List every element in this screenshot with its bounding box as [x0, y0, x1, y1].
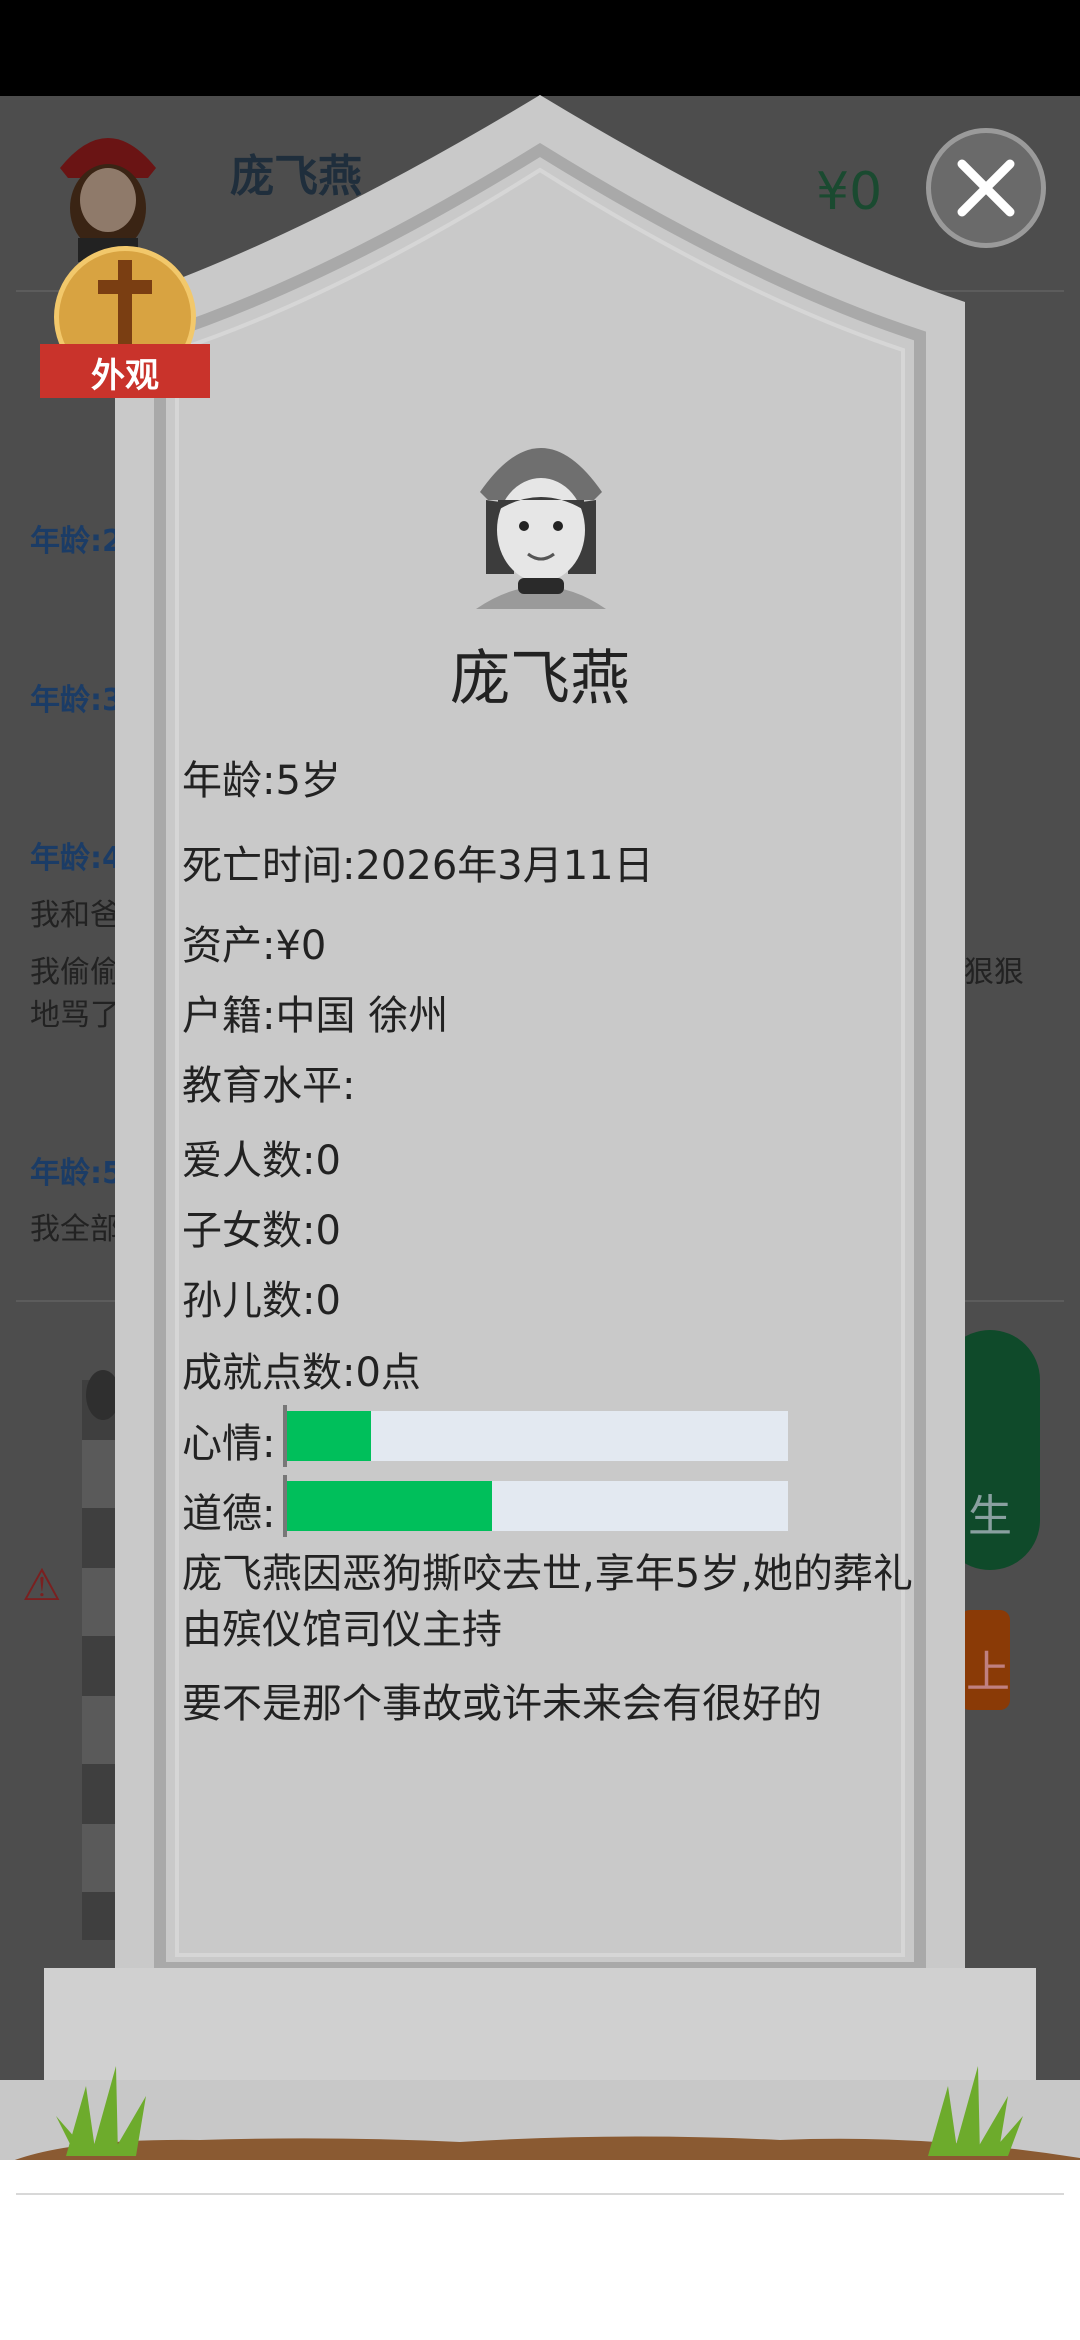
- info-death-time: 死亡时间:2026年3月11日: [182, 843, 654, 889]
- deceased-name: 庞飞燕: [450, 644, 630, 714]
- mood-bar-fill: [286, 1411, 371, 1461]
- morality-bar-fill: [286, 1481, 492, 1531]
- info-education: 教育水平:: [182, 1063, 356, 1109]
- info-age: 年龄:5岁: [182, 758, 341, 804]
- info-assets: 资产:¥0: [182, 923, 327, 969]
- grass-right-icon: [928, 2066, 1023, 2156]
- info-grandchildren: 孙儿数:0: [182, 1278, 341, 1324]
- epitaph-text-continued: 要不是那个事故或许未来会有很好的: [182, 1681, 822, 1727]
- info-lovers: 爱人数:0: [182, 1138, 341, 1184]
- close-icon[interactable]: [956, 158, 1016, 218]
- cross-icon: [98, 260, 152, 346]
- info-hometown: 户籍:中国 徐州: [182, 993, 449, 1039]
- tombstone-base: [44, 1968, 1036, 2088]
- grass-left-icon: [56, 2066, 146, 2156]
- info-children: 子女数:0: [182, 1208, 341, 1254]
- epitaph-text: 庞飞燕因恶狗撕咬去世,享年5岁,她的葬礼由殡仪馆司仪主持: [182, 1551, 913, 1653]
- morality-bar-marker: [283, 1475, 287, 1537]
- mood-label: 心情:: [182, 1421, 276, 1467]
- bottom-divider: [16, 2193, 1064, 2195]
- info-achievement-points: 成就点数:0点: [182, 1350, 421, 1396]
- appearance-label[interactable]: 外观: [40, 348, 210, 397]
- bottom-area: [0, 2160, 1080, 2340]
- portrait-avatar: [476, 448, 606, 609]
- mood-bar-marker: [283, 1405, 287, 1467]
- morality-label: 道德:: [182, 1491, 276, 1537]
